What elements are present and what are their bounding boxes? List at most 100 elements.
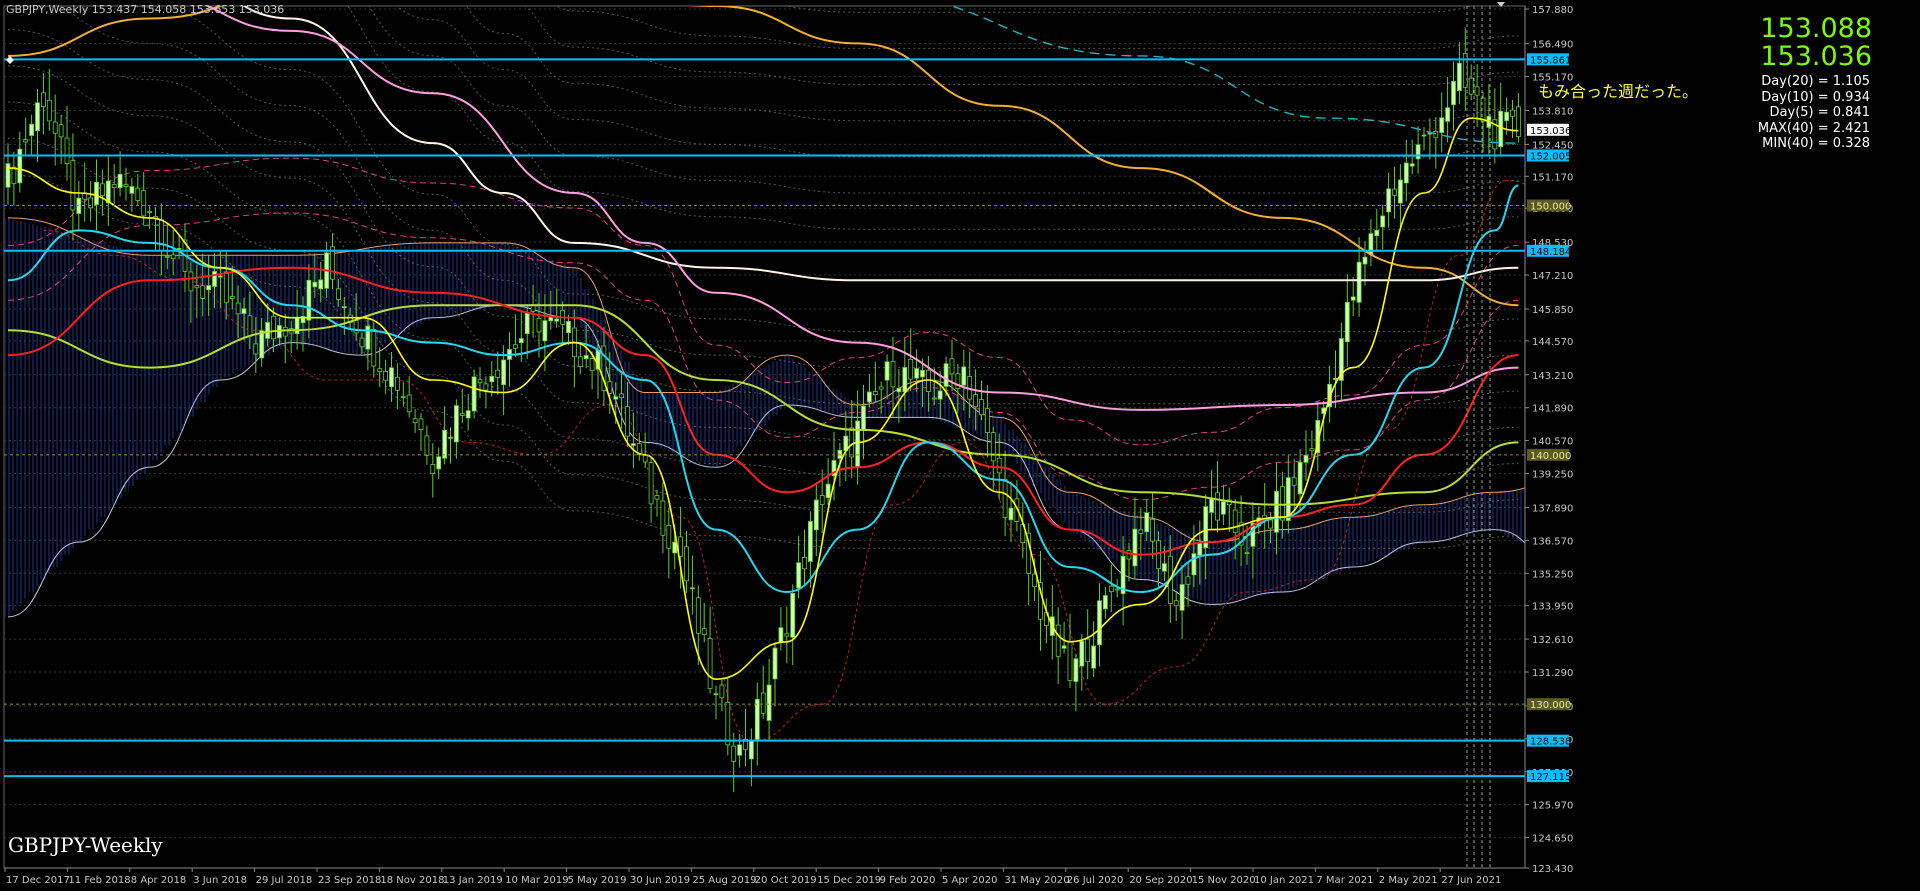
candle-body bbox=[849, 427, 855, 458]
candle-body bbox=[654, 495, 660, 500]
candle-body bbox=[1291, 477, 1297, 486]
candle-body bbox=[501, 359, 507, 386]
candle-body bbox=[890, 360, 896, 388]
candle-body bbox=[931, 397, 937, 400]
candle-body bbox=[359, 337, 365, 348]
candle-body bbox=[353, 319, 359, 334]
y-tick-label: 123.430 bbox=[1532, 864, 1573, 875]
candle-body bbox=[1126, 550, 1132, 560]
candle-body bbox=[902, 367, 908, 393]
candle-body bbox=[418, 418, 424, 430]
x-tick-label: 10 Mar 2019 bbox=[505, 875, 568, 886]
candle-body bbox=[1451, 81, 1456, 106]
candle-body bbox=[1103, 595, 1108, 610]
candle-body bbox=[1362, 256, 1368, 265]
candle-body bbox=[424, 435, 430, 456]
candle-body bbox=[625, 406, 630, 437]
candle-body bbox=[88, 197, 93, 209]
candle-body bbox=[589, 358, 595, 372]
x-tick-label: 15 Dec 2019 bbox=[817, 875, 881, 886]
level-label: 127.115 bbox=[1530, 772, 1571, 783]
x-tick-label: 27 Jun 2021 bbox=[1441, 875, 1501, 886]
candle-body bbox=[725, 701, 731, 746]
x-tick-label: 26 Jul 2020 bbox=[1067, 875, 1124, 886]
candle-body bbox=[223, 271, 229, 303]
bid-price-display: 153.088 bbox=[1760, 13, 1872, 44]
candle-body bbox=[453, 405, 459, 443]
candle-body bbox=[1303, 454, 1309, 463]
candle-body bbox=[442, 429, 448, 459]
candle-body bbox=[861, 405, 866, 430]
candle-body bbox=[212, 271, 217, 287]
candle-body bbox=[937, 390, 943, 400]
candle-body bbox=[312, 281, 318, 288]
candle-body bbox=[318, 279, 324, 290]
candle-body bbox=[985, 408, 990, 433]
candle-body bbox=[607, 381, 613, 394]
candle-body bbox=[412, 418, 418, 424]
candle-body bbox=[123, 183, 129, 188]
candle-body bbox=[1344, 301, 1350, 343]
candle-body bbox=[1415, 144, 1421, 160]
candle-body bbox=[1445, 107, 1450, 122]
candle-body bbox=[990, 432, 996, 462]
candle-body bbox=[973, 394, 978, 408]
candle-body bbox=[448, 437, 453, 439]
candle-body bbox=[749, 740, 754, 760]
candle-body bbox=[235, 302, 241, 315]
candle-body bbox=[1150, 518, 1155, 542]
candle-body bbox=[1079, 640, 1085, 667]
stat-day5: Day(5) = 0.841 bbox=[1769, 105, 1870, 120]
candle-body bbox=[760, 692, 766, 714]
candle-body bbox=[1356, 261, 1362, 303]
candle-body bbox=[371, 329, 377, 367]
candle-body bbox=[949, 358, 955, 375]
candle-body bbox=[70, 160, 76, 211]
candle-body bbox=[29, 123, 35, 136]
chart-background bbox=[0, 0, 1920, 891]
candle-body bbox=[247, 315, 253, 337]
candle-body bbox=[1179, 584, 1185, 611]
candle-body bbox=[566, 320, 571, 334]
candle-body bbox=[554, 318, 560, 322]
candle-body bbox=[1350, 296, 1356, 301]
candle-body bbox=[265, 322, 271, 339]
level-label: 130.000 bbox=[1530, 700, 1571, 711]
chart-header: GBPJPY,Weekly 153.437 154.058 153.653 15… bbox=[6, 3, 284, 16]
candle-body bbox=[1468, 77, 1474, 95]
candle-body bbox=[1274, 490, 1279, 533]
candle-body bbox=[731, 745, 737, 762]
y-tick-label: 139.250 bbox=[1532, 470, 1573, 481]
level-label: 152.005 bbox=[1530, 151, 1571, 162]
price-chart[interactable]: 157.880156.490155.170153.810152.450151.1… bbox=[0, 0, 1920, 891]
candle-body bbox=[1474, 86, 1480, 96]
x-tick-label: 3 Jun 2018 bbox=[193, 875, 247, 886]
candle-body bbox=[105, 180, 111, 204]
x-tick-label: 17 Dec 2017 bbox=[6, 875, 70, 886]
candle-body bbox=[577, 356, 583, 367]
stat-day10: Day(10) = 0.934 bbox=[1761, 89, 1870, 105]
candle-body bbox=[660, 500, 666, 536]
candle-body bbox=[282, 326, 288, 337]
candle-body bbox=[707, 638, 713, 689]
candle-body bbox=[1498, 110, 1504, 148]
candle-body bbox=[483, 383, 489, 391]
candle-body bbox=[229, 295, 235, 300]
y-tick-label: 145.850 bbox=[1532, 305, 1573, 316]
candle-body bbox=[259, 330, 265, 359]
x-tick-label: 23 Sep 2018 bbox=[318, 875, 381, 886]
candle-body bbox=[1439, 117, 1445, 133]
candle-body bbox=[943, 363, 949, 387]
x-tick-label: 8 Apr 2018 bbox=[131, 875, 186, 886]
candle-body bbox=[1409, 163, 1415, 167]
candle-body bbox=[1162, 563, 1167, 572]
candle-body bbox=[1457, 62, 1462, 91]
candle-body bbox=[754, 698, 760, 740]
candle-body bbox=[536, 317, 542, 333]
symbol-label: GBPJPY,Weekly bbox=[6, 3, 89, 16]
level-label: 148.184 bbox=[1530, 247, 1571, 258]
y-tick-label: 133.950 bbox=[1532, 602, 1573, 613]
candle-body bbox=[147, 210, 153, 213]
candle-body bbox=[867, 391, 872, 403]
y-tick-label: 141.890 bbox=[1532, 404, 1573, 415]
